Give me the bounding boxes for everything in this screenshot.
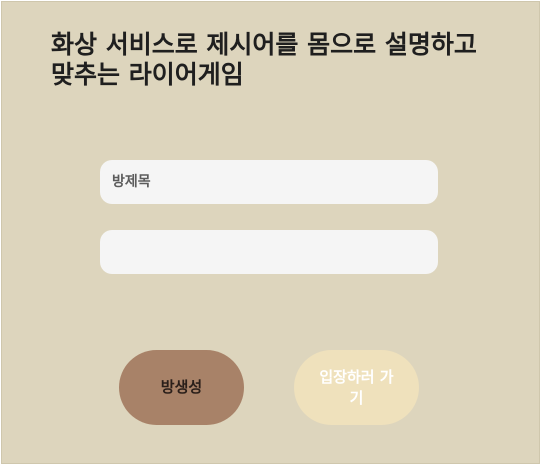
page-title: 화상 서비스로 제시어를 몸으로 설명하고 맞추는 라이어게임 — [51, 30, 477, 89]
room-title-input[interactable] — [100, 160, 438, 204]
main-panel: 화상 서비스로 제시어를 몸으로 설명하고 맞추는 라이어게임 방생성 입장하러… — [1, 1, 540, 464]
create-room-button[interactable]: 방생성 — [119, 350, 244, 425]
second-input[interactable] — [100, 230, 438, 274]
enter-room-button[interactable]: 입장하러 가기 — [294, 350, 419, 425]
